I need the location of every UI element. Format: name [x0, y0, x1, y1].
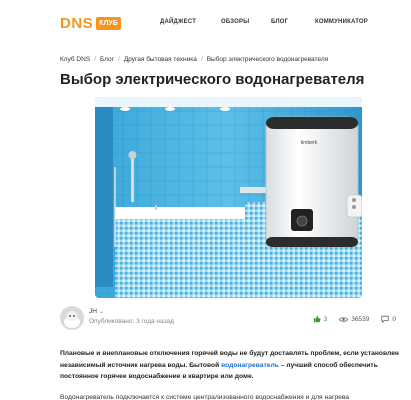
boiler-brand: timberk	[301, 140, 318, 146]
dns-club-logo[interactable]: DNS КЛУБ	[60, 15, 121, 32]
views-counter: 36539	[339, 316, 369, 323]
like-button[interactable]: 3	[313, 315, 328, 323]
breadcrumb-separator: /	[200, 56, 203, 63]
logo-badge: КЛУБ	[96, 17, 121, 30]
breadcrumb-separator: /	[118, 56, 120, 63]
views-count: 36539	[351, 315, 370, 323]
eye-icon	[339, 316, 349, 322]
page-title: Выбор электрического водонагревателя	[60, 71, 365, 88]
nav-communicator[interactable]: КОММУНИКАТОР	[315, 19, 368, 25]
author-bar: JH ⌄ Опубликовано: 3 года назад 3 36539 …	[60, 306, 400, 332]
site-header: DNS КЛУБ ДАЙДЖЕСТ ОБЗОРЫ БЛОГ КОММУНИКАТ…	[0, 0, 411, 46]
nav-blog[interactable]: БЛОГ	[271, 19, 288, 25]
likes-count: 3	[323, 315, 328, 323]
article-lead: Плановые и внеплановые отключения горяче…	[60, 348, 400, 383]
published-date: Опубликовано: 3 года назад	[89, 318, 174, 325]
breadcrumb-category[interactable]: Другая бытовая техника	[124, 56, 197, 63]
article-stats: 3 36539 0	[301, 315, 396, 323]
author-name-text: JH	[89, 308, 97, 315]
author-name[interactable]: JH ⌄	[89, 308, 104, 315]
nav-reviews[interactable]: ОБЗОРЫ	[221, 19, 249, 25]
article-hero-image: timberk	[95, 97, 362, 298]
breadcrumb-separator: /	[94, 56, 96, 63]
comments-button[interactable]: 0	[381, 315, 396, 323]
chevron-down-icon: ⌄	[98, 309, 104, 315]
lead-link-water-heater[interactable]: водонагреватель	[221, 362, 279, 369]
breadcrumb-club[interactable]: Клуб DNS	[60, 56, 90, 63]
comments-count: 0	[392, 315, 396, 323]
avatar[interactable]	[60, 306, 84, 330]
logo-text: DNS	[60, 15, 94, 32]
breadcrumb-current: Выбор электрического водонагревателя	[206, 56, 329, 63]
breadcrumb-blog[interactable]: Блог	[100, 56, 114, 63]
thumbs-up-icon	[313, 315, 321, 323]
comment-icon	[381, 315, 389, 323]
breadcrumb: Клуб DNS / Блог / Другая бытовая техника…	[60, 56, 328, 63]
nav-digest[interactable]: ДАЙДЖЕСТ	[160, 19, 196, 25]
article-paragraph: Водонагреватель подключается к системе ц…	[60, 394, 350, 400]
